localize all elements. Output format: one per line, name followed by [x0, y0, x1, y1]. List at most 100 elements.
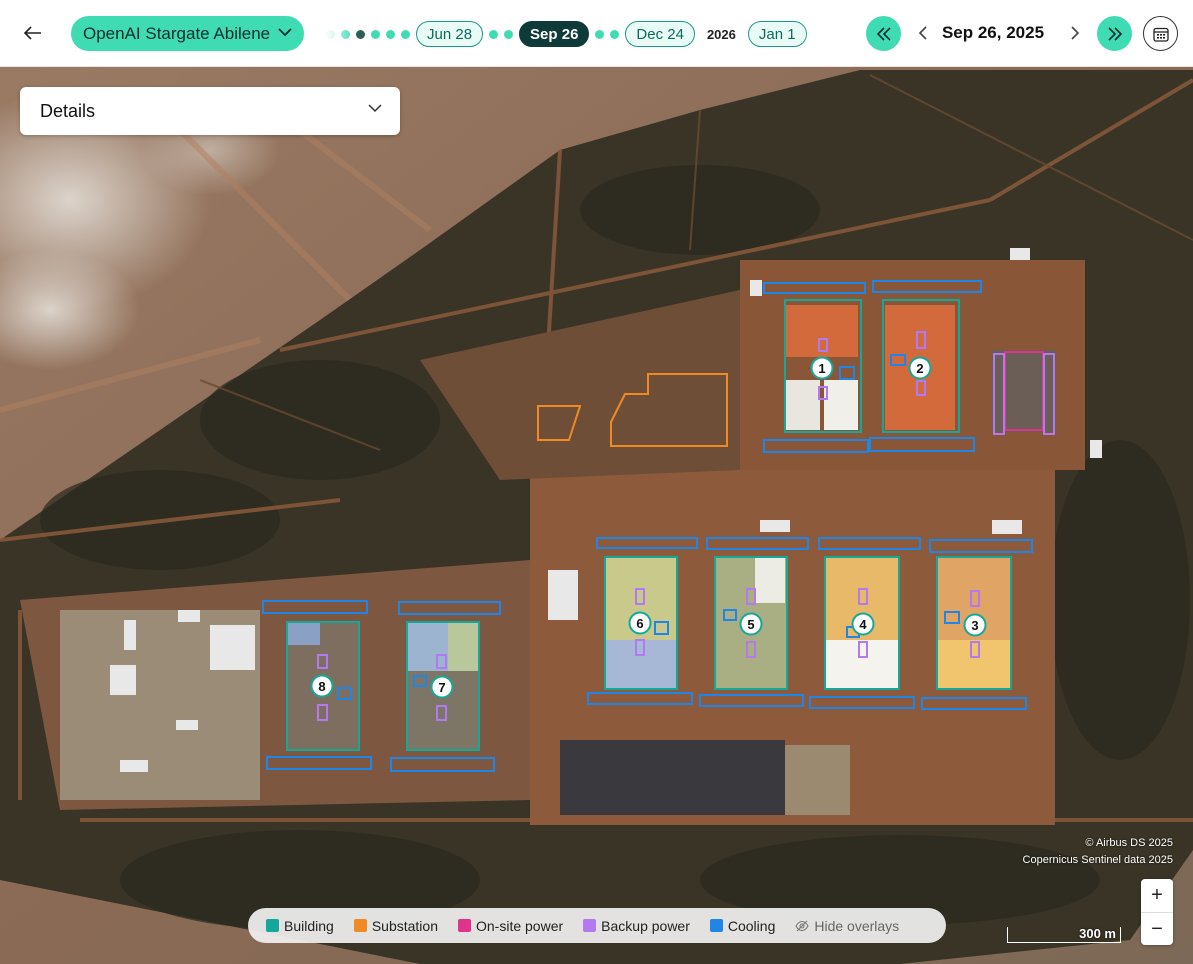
building-swatch [266, 919, 279, 932]
cooling-overlay[interactable] [890, 354, 906, 366]
backup-power-overlay[interactable] [746, 588, 756, 605]
timeline-fade-right [802, 19, 842, 49]
next-date-button[interactable] [1062, 20, 1088, 46]
timeline-dot[interactable] [386, 29, 395, 39]
zoom-in-button[interactable]: + [1141, 879, 1173, 912]
backup-power-overlay[interactable] [635, 639, 645, 656]
legend-item-cooling[interactable]: Cooling [709, 918, 775, 934]
calendar-button[interactable] [1143, 16, 1178, 51]
building-marker-4[interactable]: 4 [851, 612, 875, 636]
cooling-overlay[interactable] [929, 539, 1033, 553]
backup-power-overlay[interactable] [858, 588, 868, 605]
chevron-right-icon [1070, 26, 1079, 40]
backup-power-overlay[interactable] [746, 641, 756, 658]
chevron-down-icon [368, 104, 382, 113]
previous-date-button[interactable] [909, 20, 935, 46]
legend-item-backup-power[interactable]: Backup power [583, 918, 690, 934]
timeline-dot[interactable] [504, 29, 514, 39]
cooling-overlay[interactable] [869, 437, 975, 452]
cooling-overlay[interactable] [398, 601, 501, 615]
timeline-dot[interactable] [341, 29, 350, 39]
backup-power-overlay[interactable] [317, 704, 328, 721]
onsite-power-overlay[interactable] [1004, 351, 1044, 431]
timeline-date-dec24[interactable]: Dec 24 [625, 21, 695, 47]
cooling-overlay[interactable] [413, 675, 427, 687]
backup-power-overlay[interactable] [635, 588, 645, 605]
backup-power-overlay[interactable] [858, 641, 868, 658]
double-chevron-right-icon [1107, 26, 1122, 41]
backup-power-overlay[interactable] [436, 654, 447, 669]
timeline-date-jun28[interactable]: Jun 28 [416, 21, 484, 47]
current-date: Sep 26, 2025 [941, 23, 1045, 42]
backup-power-overlay[interactable] [1043, 353, 1055, 435]
backup-power-overlay[interactable] [818, 338, 828, 352]
cooling-overlay[interactable] [723, 609, 737, 621]
backup-power-overlay[interactable] [970, 590, 980, 607]
timeline-dot[interactable] [595, 29, 605, 39]
backup-power-overlay[interactable] [970, 641, 980, 658]
substation-swatch [353, 919, 367, 932]
cooling-overlay[interactable] [818, 537, 921, 550]
substation-overlay[interactable] [610, 373, 728, 447]
building-marker-7[interactable]: 7 [430, 675, 454, 699]
building-marker-2[interactable]: 2 [908, 356, 932, 380]
cooling-overlay[interactable] [262, 600, 368, 614]
substation-overlay[interactable] [537, 405, 582, 441]
cooling-overlay[interactable] [809, 696, 915, 709]
satellite-map[interactable]: 1 2 3 4 5 6 7 8 [0, 67, 1193, 964]
backup-power-overlay[interactable] [916, 380, 926, 396]
hide-overlays-button[interactable]: Hide overlays [795, 918, 899, 934]
timeline-date-jan[interactable]: Jan 1 [747, 21, 807, 47]
cooling-overlay[interactable] [921, 697, 1027, 710]
cooling-overlay[interactable] [839, 366, 855, 380]
jump-back-button[interactable] [866, 16, 901, 51]
cooling-overlay[interactable] [706, 537, 809, 550]
zoom-out-button[interactable]: − [1141, 912, 1173, 945]
cooling-overlay[interactable] [587, 692, 693, 705]
scale-bar: 300 m [1007, 926, 1121, 943]
svg-text:6: 6 [636, 616, 643, 631]
site-name: OpenAI Stargate Abilene [83, 23, 271, 43]
cooling-overlay[interactable] [337, 687, 352, 700]
cooling-overlay[interactable] [390, 757, 495, 772]
imagery-credits: © Airbus DS 2025 Copernicus Sentinel dat… [1023, 835, 1173, 869]
cooling-overlay[interactable] [944, 611, 960, 624]
timeline-dot[interactable] [610, 29, 620, 39]
cooling-overlay[interactable] [266, 756, 372, 770]
timeline-date-sep26[interactable]: Sep 26 [519, 21, 590, 47]
cooling-overlay[interactable] [763, 282, 866, 294]
legend-item-onsite-power[interactable]: On-site power [458, 918, 563, 934]
cooling-overlay[interactable] [596, 537, 698, 549]
backup-power-overlay[interactable] [436, 705, 447, 721]
details-dropdown[interactable]: Details [20, 87, 400, 135]
timeline-dot[interactable] [326, 29, 335, 39]
building-marker-5[interactable]: 5 [739, 612, 763, 636]
building-marker-1[interactable]: 1 [810, 356, 834, 380]
svg-text:4: 4 [859, 617, 867, 632]
cooling-overlay[interactable] [654, 621, 669, 635]
overlay-layer: 1 2 3 4 5 6 7 8 [262, 280, 1055, 772]
backup-power-overlay[interactable] [818, 386, 828, 400]
building-marker-8[interactable]: 8 [310, 674, 334, 698]
back-button[interactable] [18, 18, 48, 48]
svg-text:7: 7 [438, 680, 445, 695]
credit-airbus: © Airbus DS 2025 [1085, 837, 1173, 849]
cooling-overlay[interactable] [872, 280, 982, 293]
site-selector[interactable]: OpenAI Stargate Abilene [71, 16, 304, 51]
backup-power-overlay[interactable] [993, 353, 1005, 435]
legend-item-substation[interactable]: Substation [353, 918, 438, 934]
date-timeline[interactable]: Jun 28 Sep 26 Dec 24 2026 Jan 1 [324, 19, 842, 49]
cooling-overlay[interactable] [763, 439, 869, 453]
legend-item-building[interactable]: Building [266, 918, 334, 934]
timeline-dot[interactable] [489, 29, 499, 39]
backup-power-overlay[interactable] [916, 331, 926, 349]
timeline-dot[interactable] [371, 29, 380, 39]
building-marker-3[interactable]: 3 [963, 613, 987, 637]
timeline-dot[interactable] [356, 29, 365, 39]
backup-power-overlay[interactable] [317, 654, 328, 669]
cooling-overlay[interactable] [699, 694, 804, 707]
timeline-dot[interactable] [401, 29, 410, 39]
backup-power-swatch [583, 919, 597, 932]
jump-forward-button[interactable] [1097, 16, 1132, 51]
building-marker-6[interactable]: 6 [628, 611, 652, 635]
